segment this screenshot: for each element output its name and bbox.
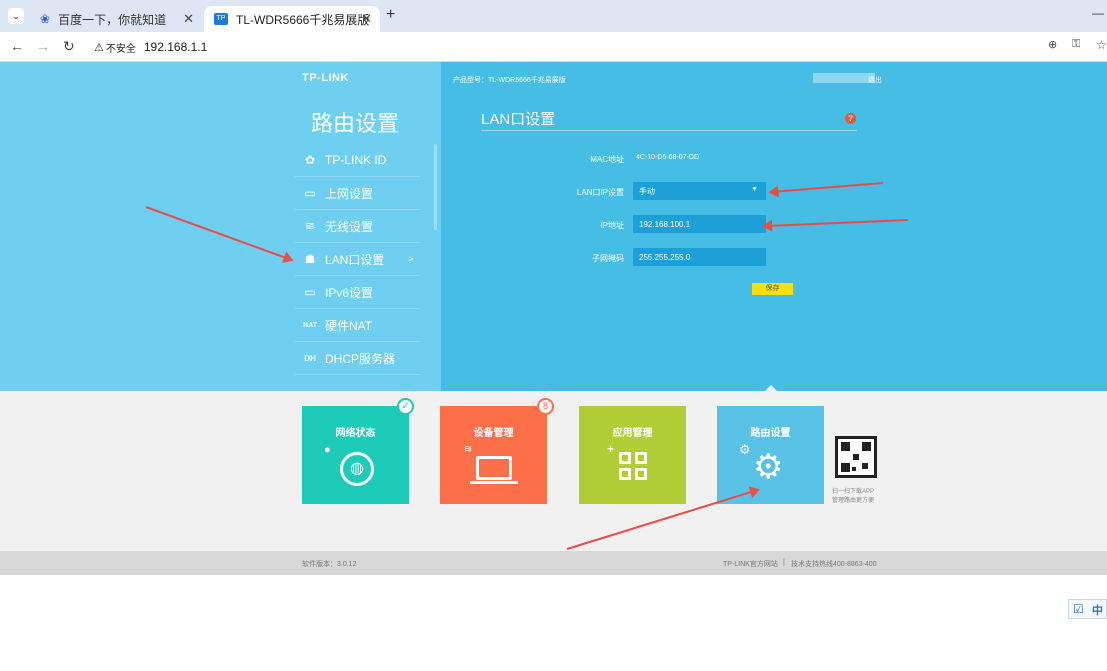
chevron-right-icon: > (408, 254, 414, 264)
tile-title: 应用管理 (612, 428, 653, 439)
sidebar-item-label: IPv6设置 (325, 285, 374, 300)
minimize-button[interactable]: — (1092, 6, 1104, 20)
sidebar-item-label: DHCP服务器 (325, 351, 396, 366)
new-tab-button[interactable]: + (386, 6, 395, 24)
username-redacted (813, 73, 875, 83)
support-hotline: 技术支持热线400-8863-400 (791, 561, 877, 568)
close-tab-icon[interactable]: ✕ (183, 11, 194, 27)
subnet-mask-input[interactable]: 255.255.255.0 (633, 248, 766, 266)
page-footer: 软件版本：3.0.12 TP-LINK官方网站 | 技术支持热线400-8863… (0, 551, 1107, 575)
password-key-icon[interactable]: ⚿ (1072, 38, 1080, 51)
reload-icon[interactable]: ↻ (63, 38, 75, 55)
tile-router-settings[interactable]: 路由设置 ⚙ ⚙ (717, 406, 824, 504)
address-bar: ← → ↻ ⚠ 不安全 192.168.1.1 ⊕ ⚿ ☆ (0, 32, 1107, 62)
help-icon[interactable]: ? (845, 113, 856, 124)
laptop-base (470, 481, 518, 484)
qr-code-image (835, 436, 877, 478)
tile-title: 网络状态 (335, 428, 376, 439)
ip-address-input[interactable]: 192.168.100.1 (633, 215, 766, 233)
plus-icon: + (607, 442, 615, 456)
browser-tab-bar: ⌄ ❀ 百度一下，你就知道 ✕ TP TL-WDR5666千兆易展版 ✕ + — (0, 0, 1107, 32)
sidebar-item-hardware-nat[interactable]: NAT 硬件NAT (295, 309, 420, 342)
save-button[interactable]: 保存 (752, 283, 793, 295)
mac-label: MAC地址 (590, 155, 624, 164)
official-website-link[interactable]: TP-LINK官方网站 (723, 559, 778, 569)
sidebar-item-label: TP-LINK ID (325, 153, 387, 167)
monitor-icon: ▭ (304, 285, 316, 299)
router-admin-page: TP-LINK 路由设置 产品型号：TL-WDR5666千兆易展版 退出 LAN… (0, 62, 1107, 671)
tile-device-management[interactable]: 设备管理 ≋ (440, 406, 547, 504)
tab-title: TL-WDR5666千兆易展版 (236, 12, 370, 27)
gear-icon: ⚙ (753, 448, 784, 486)
security-label[interactable]: 不安全 (106, 40, 136, 55)
qr-caption-2: 管理路由更方便 (832, 498, 875, 504)
lan-ip-mode-label: LAN口IP设置 (576, 188, 624, 197)
product-model: 产品型号：TL-WDR5666千兆易展版 (453, 77, 566, 84)
firmware-version: 软件版本：3.0.12 (302, 561, 357, 568)
tplink-favicon-icon: TP (214, 13, 228, 25)
subnet-mask-label: 子网掩码 (592, 254, 624, 263)
chat-bubble-icon: ● (324, 444, 331, 456)
omnibox[interactable]: ⚠ 不安全 192.168.1.1 (88, 36, 1043, 58)
mac-value: 4C-10-D5-68-07-DD (636, 154, 700, 161)
tab-title: 百度一下，你就知道 (58, 12, 167, 27)
close-tab-icon[interactable]: ✕ (361, 11, 372, 27)
sidebar-item-label: 上网设置 (325, 186, 374, 201)
sidebar-item-lan[interactable]: ☗ LAN口设置 > (295, 243, 420, 276)
sidebar-scrollbar[interactable] (434, 144, 437, 230)
dropdown-arrow-icon: ▼ (751, 186, 758, 193)
sidebar-item-dhcp[interactable]: DH DHCP服务器 (295, 342, 420, 375)
sidebar-title: 路由设置 (311, 111, 400, 136)
active-tile-pointer (764, 385, 778, 392)
qr-caption-1: 扫一扫下载APP (832, 489, 875, 495)
check-badge: ✓ (397, 398, 414, 415)
bookmark-star-icon[interactable]: ☆ (1096, 38, 1107, 52)
ime-language-label: 中 (1092, 605, 1103, 617)
tile-app-management[interactable]: 应用管理 + (579, 406, 686, 504)
wifi-icon: ≋ (304, 219, 316, 233)
apps-grid-icon (619, 452, 649, 482)
monitor-icon: ▭ (304, 186, 316, 200)
sidebar-item-tplink-id[interactable]: ✿ TP-LINK ID (295, 144, 420, 177)
ime-tray[interactable]: ☑ 中 (1068, 599, 1107, 619)
tplink-logo: TP-LINK (302, 72, 349, 84)
lan-ip-mode-select[interactable]: 手动 ▼ (633, 182, 766, 200)
panel-title-underline (481, 130, 857, 131)
zoom-icon[interactable]: ⊕ (1048, 38, 1057, 51)
nat-icon: NAT (303, 321, 317, 329)
wifi-signal-icon: ≋ (464, 444, 473, 455)
tab-list-dropdown-icon[interactable]: ⌄ (8, 8, 24, 24)
sidebar-item-label: LAN口设置 (325, 252, 385, 267)
gear-icon: ✿ (304, 153, 316, 167)
device-count-badge: 8 (537, 398, 554, 415)
forward-icon[interactable]: → (36, 38, 50, 54)
globe-icon: ◍ (340, 452, 374, 486)
sidebar-item-label: 硬件NAT (325, 318, 373, 333)
dashboard-band (0, 391, 1107, 551)
logout-link[interactable]: 退出 (868, 75, 882, 85)
url-text[interactable]: 192.168.1.1 (144, 40, 207, 54)
router-icon: ☗ (304, 252, 316, 266)
tab-baidu[interactable]: ❀ 百度一下，你就知道 ✕ (30, 6, 202, 32)
dhcp-icon: DH (304, 353, 316, 363)
sidebar-item-wireless[interactable]: ≋ 无线设置 (295, 210, 420, 243)
ime-checkbox-icon: ☑ (1073, 602, 1084, 616)
tab-router[interactable]: TP TL-WDR5666千兆易展版 ✕ (204, 6, 380, 32)
small-gear-icon: ⚙ (739, 442, 751, 457)
sidebar-item-label: 无线设置 (325, 219, 374, 234)
sidebar-item-internet[interactable]: ▭ 上网设置 (295, 177, 420, 210)
tile-title: 路由设置 (750, 428, 791, 439)
sidebar-item-ipv6[interactable]: ▭ IPv6设置 (295, 276, 420, 309)
tile-network-status[interactable]: 网络状态 ◍ ● (302, 406, 409, 504)
lan-ip-mode-value: 手动 (639, 186, 655, 196)
ip-address-label: IP地址 (600, 221, 624, 230)
footer-separator: | (783, 559, 785, 566)
panel-title: LAN口设置 (481, 111, 556, 128)
tile-title: 设备管理 (473, 428, 514, 439)
back-icon[interactable]: ← (10, 38, 24, 54)
warning-icon: ⚠ (94, 41, 104, 54)
baidu-favicon-icon: ❀ (40, 12, 51, 26)
laptop-icon (476, 456, 512, 480)
